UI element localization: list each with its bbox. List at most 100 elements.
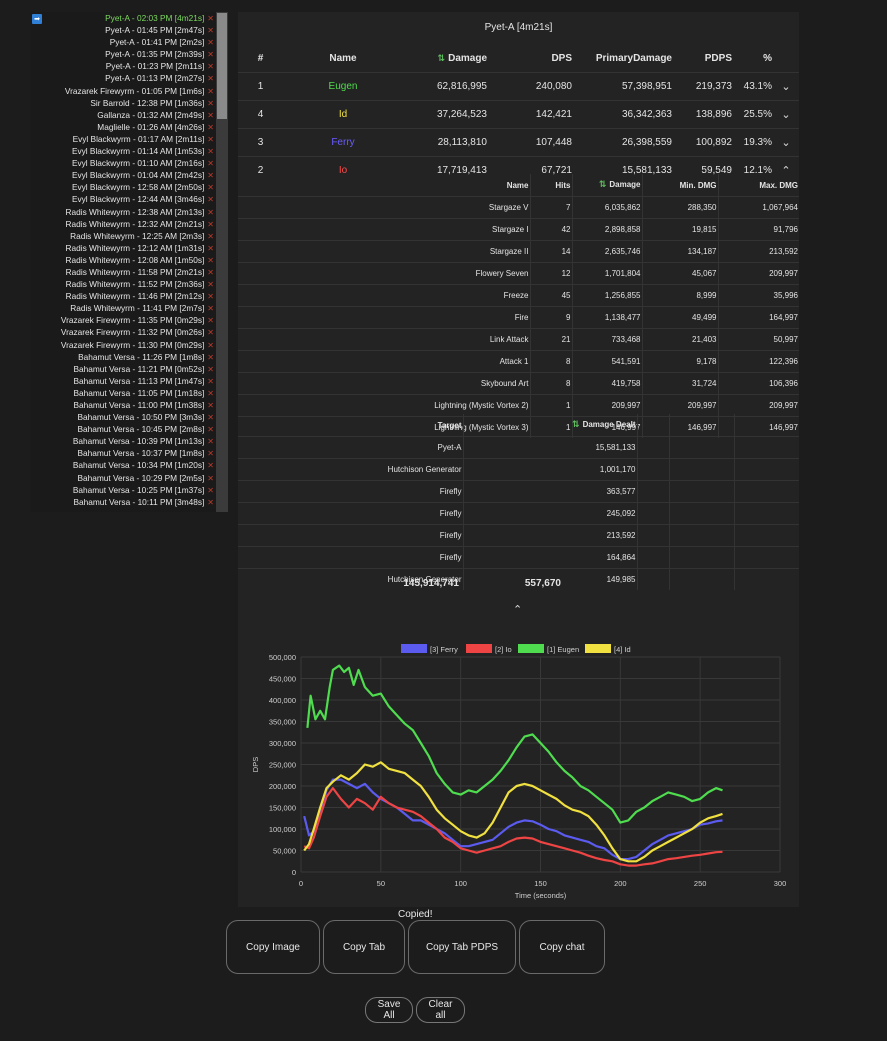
encounter-item[interactable]: Bahamut Versa - 10:50 PM [3m3s] ✕: [61, 411, 214, 423]
chevron-down-icon[interactable]: ⌄: [773, 128, 799, 157]
encounter-item[interactable]: Vrazarek Firewyrm - 11:35 PM [0m29s] ✕: [61, 314, 214, 326]
col-damage[interactable]: ⇅ Damage: [403, 44, 488, 73]
delete-encounter-icon[interactable]: ✕: [207, 256, 214, 265]
col-pct[interactable]: %: [733, 44, 773, 73]
delete-encounter-icon[interactable]: ✕: [207, 62, 214, 71]
sidebar-scrollbar[interactable]: [216, 12, 228, 512]
encounter-item[interactable]: Bahamut Versa - 11:05 PM [1m18s] ✕: [61, 387, 214, 399]
encounter-item[interactable]: Pyet-A - 01:23 PM [2m11s] ✕: [61, 60, 214, 72]
skill-col-hits[interactable]: Hits: [529, 174, 572, 197]
delete-encounter-icon[interactable]: ✕: [207, 220, 214, 229]
delete-encounter-icon[interactable]: ✕: [207, 413, 214, 422]
encounter-item[interactable]: Pyet-A - 01:45 PM [2m47s] ✕: [61, 24, 214, 36]
encounter-item[interactable]: Radis Whitewyrm - 11:41 PM [2m7s] ✕: [61, 302, 214, 314]
delete-encounter-icon[interactable]: ✕: [207, 389, 214, 398]
encounter-item[interactable]: Evyl Blackwyrm - 01:14 AM [1m53s] ✕: [61, 145, 214, 157]
delete-encounter-icon[interactable]: ✕: [207, 461, 214, 470]
delete-encounter-icon[interactable]: ✕: [207, 474, 214, 483]
copy-chat-button[interactable]: Copy chat: [519, 920, 605, 974]
encounter-item[interactable]: Radis Whitewyrm - 12:25 AM [2m3s] ✕: [61, 230, 214, 242]
chevron-down-icon[interactable]: ⌄: [773, 72, 799, 101]
delete-encounter-icon[interactable]: ✕: [207, 99, 214, 108]
delete-encounter-icon[interactable]: ✕: [207, 498, 214, 507]
encounter-item[interactable]: Bahamut Versa - 10:39 PM [1m13s] ✕: [61, 435, 214, 447]
delete-encounter-icon[interactable]: ✕: [207, 26, 214, 35]
delete-encounter-icon[interactable]: ✕: [207, 486, 214, 495]
encounter-item[interactable]: Evyl Blackwyrm - 01:04 AM [2m42s] ✕: [61, 169, 214, 181]
encounter-item[interactable]: Maglielle - 01:26 AM [4m26s] ✕: [61, 121, 214, 133]
copy-image-button[interactable]: Copy Image: [226, 920, 320, 974]
encounter-item[interactable]: Radis Whitewyrm - 11:46 PM [2m12s] ✕: [61, 290, 214, 302]
delete-encounter-icon[interactable]: ✕: [207, 377, 214, 386]
chevron-down-icon[interactable]: ⌄: [773, 100, 799, 129]
encounter-item[interactable]: Bahamut Versa - 10:45 PM [2m8s] ✕: [61, 423, 214, 435]
delete-encounter-icon[interactable]: ✕: [207, 449, 214, 458]
delete-encounter-icon[interactable]: ✕: [207, 341, 214, 350]
collapse-chart-chevron-icon[interactable]: ⌃: [513, 603, 522, 616]
encounter-item[interactable]: Pyet-A - 01:41 PM [2m2s] ✕: [61, 36, 214, 48]
col-pdps[interactable]: PDPS: [673, 44, 733, 73]
encounter-item[interactable]: Evyl Blackwyrm - 12:58 AM [2m50s] ✕: [61, 181, 214, 193]
delete-encounter-icon[interactable]: ✕: [207, 135, 214, 144]
encounter-item[interactable]: Pyet-A - 02:03 PM [4m21s] ✕: [61, 12, 214, 24]
delete-encounter-icon[interactable]: ✕: [207, 401, 214, 410]
delete-encounter-icon[interactable]: ✕: [207, 425, 214, 434]
encounter-item[interactable]: Vrazarek Firewyrm - 01:05 PM [1m6s] ✕: [61, 85, 214, 97]
delete-encounter-icon[interactable]: ✕: [207, 123, 214, 132]
col-dps[interactable]: DPS: [488, 44, 573, 73]
delete-encounter-icon[interactable]: ✕: [207, 183, 214, 192]
delete-encounter-icon[interactable]: ✕: [207, 365, 214, 374]
skill-col-damage[interactable]: ⇅ Damage: [571, 174, 642, 197]
encounter-item[interactable]: Radis Whitewyrm - 12:38 AM [2m13s] ✕: [61, 206, 215, 218]
encounter-item[interactable]: Radis Whitewyrm - 12:08 AM [1m50s] ✕: [61, 254, 215, 266]
encounter-item[interactable]: Bahamut Versa - 11:21 PM [0m52s] ✕: [61, 363, 214, 375]
target-col-target[interactable]: Target: [238, 414, 463, 437]
delete-encounter-icon[interactable]: ✕: [207, 316, 214, 325]
copy-tab-pdps-button[interactable]: Copy Tab PDPS: [408, 920, 516, 974]
encounter-item[interactable]: Bahamut Versa - 10:34 PM [1m20s] ✕: [61, 459, 214, 471]
delete-encounter-icon[interactable]: ✕: [207, 292, 214, 301]
encounter-item[interactable]: Bahamut Versa - 10:25 PM [1m37s] ✕: [61, 484, 214, 496]
skill-col-name[interactable]: Name: [238, 174, 530, 197]
player-row[interactable]: 4 Id 37,264,523 142,421 36,342,363 138,896 25.…: [238, 100, 799, 129]
delete-encounter-icon[interactable]: ✕: [207, 14, 214, 23]
col-primary[interactable]: PrimaryDamage: [573, 44, 673, 73]
delete-encounter-icon[interactable]: ✕: [207, 353, 214, 362]
player-row[interactable]: 3 Ferry 28,113,810 107,448 26,398,559 100,892…: [238, 128, 799, 157]
skill-col-max[interactable]: Max. DMG: [717, 174, 799, 197]
save-all-button[interactable]: Save All: [365, 997, 413, 1023]
encounter-item[interactable]: Radis Whitewyrm - 11:52 PM [2m36s] ✕: [61, 278, 214, 290]
encounter-item[interactable]: Pyet-A - 01:35 PM [2m39s] ✕: [61, 48, 214, 60]
skill-col-min[interactable]: Min. DMG: [641, 174, 718, 197]
encounter-item[interactable]: Evyl Blackwyrm - 01:10 AM [2m16s] ✕: [61, 157, 214, 169]
encounter-item[interactable]: Bahamut Versa - 11:26 PM [1m8s] ✕: [61, 351, 214, 363]
encounter-item[interactable]: Vrazarek Firewyrm - 11:32 PM [0m26s] ✕: [61, 326, 214, 338]
delete-encounter-icon[interactable]: ✕: [207, 87, 214, 96]
col-name[interactable]: Name: [283, 44, 403, 73]
delete-encounter-icon[interactable]: ✕: [207, 280, 214, 289]
scrollbar-thumb[interactable]: [217, 13, 227, 119]
encounter-item[interactable]: Vrazarek Firewyrm - 11:30 PM [0m29s] ✕: [61, 339, 214, 351]
col-num[interactable]: #: [238, 44, 283, 73]
target-col-damage[interactable]: ⇅ Damage Dealt: [462, 414, 637, 437]
encounter-item[interactable]: Pyet-A - 01:13 PM [2m27s] ✕: [61, 72, 214, 84]
delete-encounter-icon[interactable]: ✕: [207, 171, 214, 180]
delete-encounter-icon[interactable]: ✕: [207, 147, 214, 156]
copy-tab-button[interactable]: Copy Tab: [323, 920, 405, 974]
encounter-item[interactable]: Evyl Blackwyrm - 12:44 AM [3m46s] ✕: [61, 193, 214, 205]
delete-encounter-icon[interactable]: ✕: [207, 208, 214, 217]
encounter-item[interactable]: Evyl Blackwyrm - 01:17 AM [2m11s] ✕: [61, 133, 214, 145]
encounter-item[interactable]: Radis Whitewyrm - 11:58 PM [2m21s] ✕: [61, 266, 214, 278]
delete-encounter-icon[interactable]: ✕: [207, 195, 214, 204]
delete-encounter-icon[interactable]: ✕: [207, 244, 214, 253]
encounter-item[interactable]: Radis Whitewyrm - 12:12 AM [1m31s] ✕: [61, 242, 215, 254]
clear-all-button[interactable]: Clear all: [416, 997, 465, 1023]
export-icon[interactable]: ➡: [32, 14, 42, 24]
delete-encounter-icon[interactable]: ✕: [207, 304, 214, 313]
encounter-item[interactable]: Bahamut Versa - 11:13 PM [1m47s] ✕: [61, 375, 214, 387]
delete-encounter-icon[interactable]: ✕: [207, 74, 214, 83]
encounter-item[interactable]: Bahamut Versa - 10:29 PM [2m5s] ✕: [61, 472, 214, 484]
encounter-item[interactable]: Radis Whitewyrm - 12:32 AM [2m21s] ✕: [61, 218, 215, 230]
delete-encounter-icon[interactable]: ✕: [207, 437, 214, 446]
encounter-item[interactable]: Bahamut Versa - 10:11 PM [3m48s] ✕: [61, 496, 214, 508]
